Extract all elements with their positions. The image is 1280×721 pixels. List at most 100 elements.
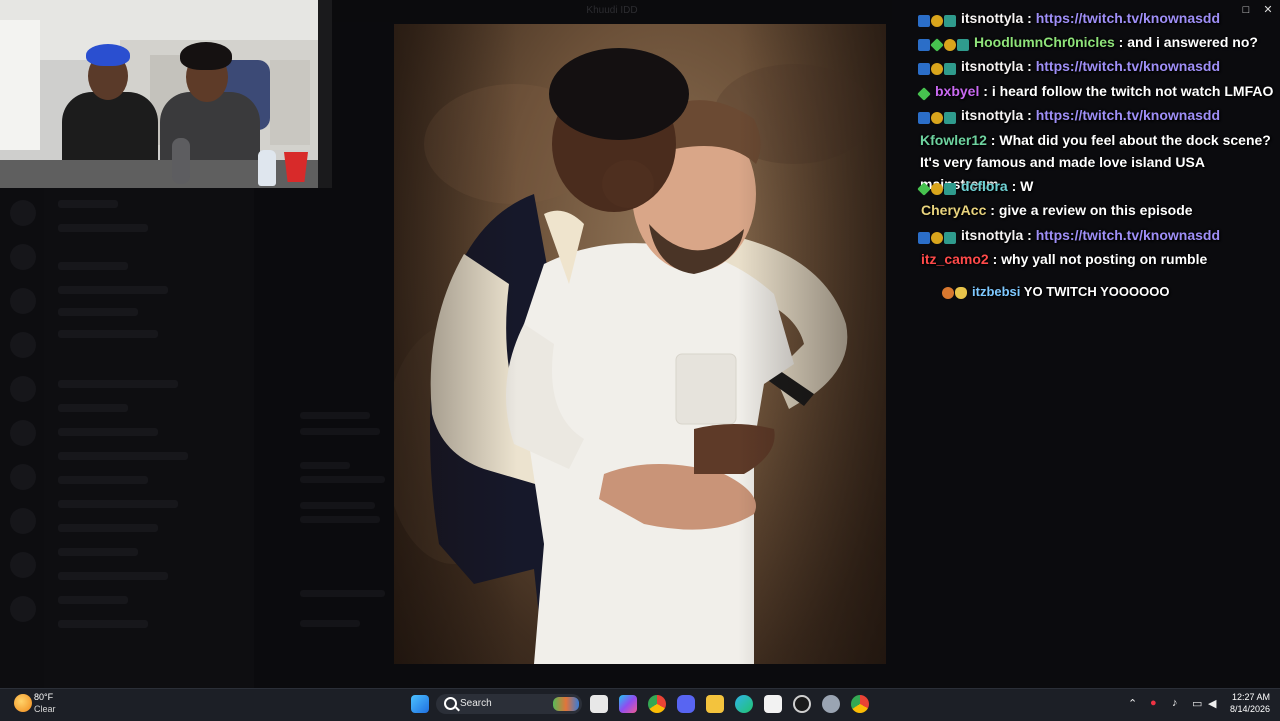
chat-separator: :: [1007, 178, 1021, 194]
settings-gear-icon[interactable]: [822, 695, 840, 713]
chat-username[interactable]: itsnottyla: [961, 58, 1023, 74]
chat-badges: [917, 175, 957, 199]
chat-separator: :: [986, 202, 999, 218]
network-icon[interactable]: ▭: [1192, 697, 1202, 710]
server-icon: [10, 288, 36, 314]
chat-badge-icon: [944, 38, 956, 51]
chat-badge-icon: [917, 181, 931, 196]
chrome-icon-2[interactable]: [851, 695, 869, 713]
chat-badge-icon: [931, 231, 943, 244]
server-icon: [10, 420, 36, 446]
server-icon: [10, 596, 36, 622]
chat-badge-icon: [944, 62, 956, 75]
chat-badges: [918, 104, 957, 128]
task-view-icon[interactable]: [590, 695, 608, 713]
chat-badges: [918, 224, 957, 248]
chat-badges: [942, 281, 968, 305]
microphone-icon[interactable]: ♪: [1172, 697, 1178, 709]
chrome-icon[interactable]: [648, 695, 666, 713]
chat-badge-icon: [918, 38, 930, 51]
chat-separator: :: [1023, 10, 1036, 26]
chat-message: HoodlumnChr0nicles : and i answered no?: [918, 30, 1280, 55]
chat-username[interactable]: itsnottyla: [961, 227, 1023, 243]
chat-username[interactable]: dcflora: [961, 178, 1008, 194]
chat-username[interactable]: itsnottyla: [961, 107, 1023, 123]
start-menu-icon[interactable]: [411, 695, 429, 713]
chat-separator: :: [1023, 58, 1036, 74]
chat-username[interactable]: itsnottyla: [961, 10, 1023, 26]
chat-text: i heard follow the twitch not watch LMFA…: [991, 83, 1274, 99]
microsoft-store-icon[interactable]: [764, 695, 782, 713]
chat-message: itsnottyla : https://twitch.tv/knownasdd: [918, 6, 1280, 31]
chevron-up-icon[interactable]: ⌃: [1128, 697, 1137, 710]
background-window-title: Khuudi IDD: [332, 0, 892, 22]
weather-icon[interactable]: [14, 694, 32, 712]
chat-link[interactable]: https://twitch.tv/knownasdd: [1036, 58, 1220, 74]
clock-time[interactable]: 12:27 AM: [1220, 692, 1270, 702]
chat-message: CheryAcc : give a review on this episode: [921, 198, 1280, 222]
chat-message: itzbebsi YO TWITCH YOOOOOO: [942, 280, 1280, 305]
chat-link[interactable]: https://twitch.tv/knownasdd: [1036, 10, 1220, 26]
copilot-icon[interactable]: [619, 695, 637, 713]
chat-message: itz_camo2 : why yall not posting on rumb…: [921, 247, 1280, 271]
file-explorer-icon[interactable]: [706, 695, 724, 713]
discord-icon[interactable]: [677, 695, 695, 713]
chat-badge-icon: [917, 86, 931, 101]
chat-username[interactable]: HoodlumnChr0nicles: [974, 34, 1115, 50]
chat-username[interactable]: CheryAcc: [921, 202, 986, 218]
chat-text: W: [1020, 178, 1034, 194]
chat-username[interactable]: bxbyel: [935, 83, 979, 99]
chat-text: and i answered no?: [1127, 34, 1258, 50]
server-icon: [10, 332, 36, 358]
chat-badges: [918, 55, 957, 79]
weather-temperature[interactable]: 80°F: [34, 692, 53, 702]
server-icon: [10, 244, 36, 270]
chat-message: itsnottyla : https://twitch.tv/knownasdd: [918, 223, 1280, 248]
chat-badge-icon: [930, 37, 944, 52]
chat-link[interactable]: https://twitch.tv/knownasdd: [1036, 107, 1220, 123]
chat-badge-icon: [942, 287, 954, 300]
chat-link[interactable]: https://twitch.tv/knownasdd: [1036, 227, 1220, 243]
chat-text: give a review on this episode: [998, 202, 1193, 218]
obs-icon[interactable]: [793, 695, 811, 713]
clock-date[interactable]: 8/14/2026: [1220, 704, 1270, 714]
chat-separator: :: [986, 132, 1000, 148]
weather-condition[interactable]: Clear: [34, 704, 56, 714]
chat-badge-icon: [918, 231, 930, 244]
chat-separator: :: [988, 251, 1002, 267]
chat-username[interactable]: Kfowler12: [920, 132, 987, 148]
chat-message: bxbyel : i heard follow the twitch not w…: [917, 79, 1280, 104]
chat-badge-icon: [944, 111, 956, 124]
chat-badge-icon: [931, 62, 943, 75]
taskbar: [0, 688, 1280, 721]
chat-badge-icon: [944, 14, 956, 27]
volume-icon[interactable]: ◀: [1208, 697, 1216, 710]
chat-username[interactable]: itzbebsi: [972, 284, 1020, 299]
shared-photo: [394, 24, 886, 664]
chat-separator: :: [1023, 107, 1036, 123]
chat-badge-icon: [931, 182, 943, 195]
chat-badge-icon: [918, 14, 930, 27]
server-icon: [10, 376, 36, 402]
chat-message: itsnottyla : https://twitch.tv/knownasdd: [918, 103, 1280, 128]
search-icon: [444, 697, 457, 710]
chat-message: dcflora : W: [917, 174, 1280, 199]
chat-text: why yall not posting on rumble: [1001, 251, 1208, 267]
tray-app-icon[interactable]: ●: [1150, 697, 1157, 709]
chat-badge-icon: [931, 14, 943, 27]
edge-icon[interactable]: [735, 695, 753, 713]
chat-username[interactable]: itz_camo2: [921, 251, 989, 267]
chat-separator: :: [1114, 34, 1128, 50]
chat-separator: :: [1023, 227, 1036, 243]
chat-separator: :: [979, 83, 992, 99]
chat-badges: [918, 31, 970, 55]
chat-message: itsnottyla : https://twitch.tv/knownasdd: [918, 54, 1280, 79]
chat-badge-icon: [944, 182, 956, 195]
chat-badge-icon: [957, 38, 969, 51]
chat-text: YO TWITCH YOOOOOO: [1023, 284, 1170, 299]
search-highlight-icon[interactable]: [553, 697, 579, 711]
background-server-sidebar: [0, 188, 44, 688]
server-icon: [10, 552, 36, 578]
server-icon: [10, 200, 36, 226]
chat-badge-icon: [918, 111, 930, 124]
